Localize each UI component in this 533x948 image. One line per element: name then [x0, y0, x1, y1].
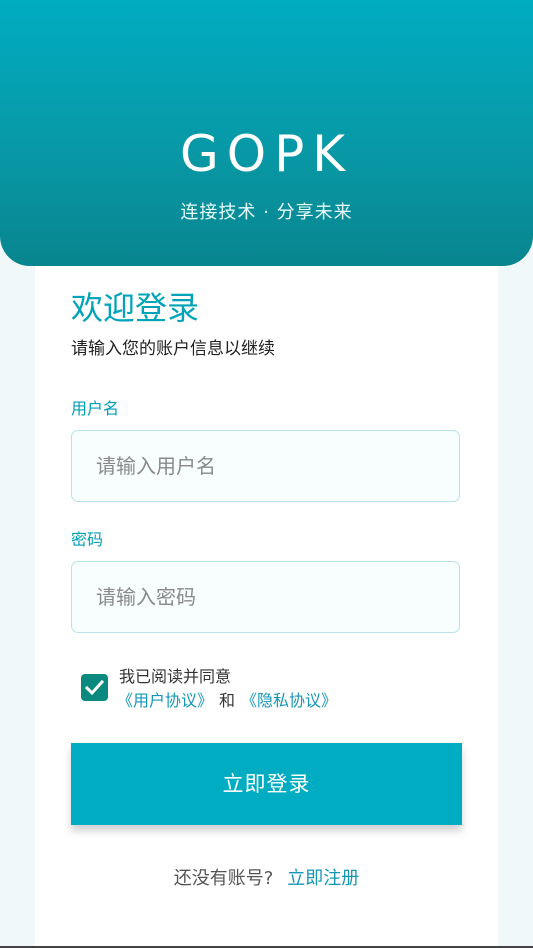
agreement-checkbox[interactable] [81, 674, 108, 701]
agreement-and-text: 和 [219, 691, 236, 710]
page-subtitle: 请输入您的账户信息以继续 [71, 339, 275, 359]
username-field-container [71, 430, 460, 502]
page-title: 欢迎登录 [71, 289, 200, 327]
register-row: 还没有账号? 立即注册 [0, 866, 533, 892]
agreement-text: 我已阅读并同意 [119, 667, 232, 686]
header-banner: GOPK 连接技术 · 分享未来 [0, 0, 533, 266]
register-question: 还没有账号? [173, 868, 274, 889]
password-field-container [71, 561, 460, 633]
password-input[interactable] [72, 562, 459, 632]
user-agreement-link[interactable]: 《用户协议》 [117, 691, 213, 710]
username-input[interactable] [72, 431, 459, 501]
password-label: 密码 [71, 530, 104, 549]
app-logo: GOPK [179, 125, 354, 183]
app-slogan: 连接技术 · 分享未来 [180, 202, 353, 223]
agreement-links: 《用户协议》和《隐私协议》 [117, 689, 337, 713]
login-button[interactable]: 立即登录 [71, 743, 462, 825]
register-link[interactable]: 立即注册 [287, 868, 359, 889]
checkmark-icon [84, 679, 105, 696]
privacy-policy-link[interactable]: 《隐私协议》 [241, 691, 337, 710]
username-label: 用户名 [71, 399, 120, 418]
